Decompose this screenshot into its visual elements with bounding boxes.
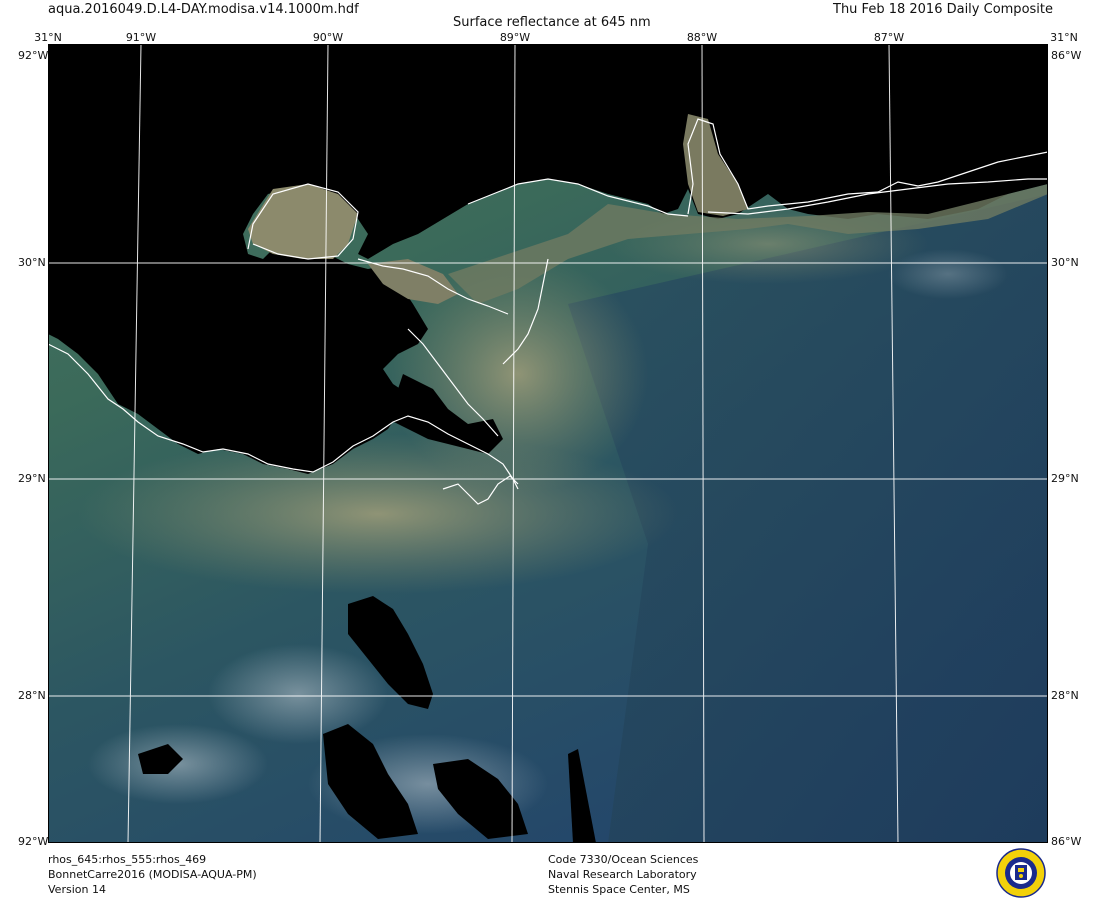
corner-bottom-right-lon: 86°W [1051, 835, 1082, 848]
lat-label-29n-right: 29°N [1051, 472, 1079, 485]
lat-label-28n-left: 28°N [18, 689, 46, 702]
version-label: Version 14 [48, 883, 106, 896]
org-code: Code 7330/Ocean Sciences [548, 853, 699, 866]
product-title: Surface reflectance at 645 nm [453, 15, 651, 30]
corner-top-right-lon: 86°W [1051, 49, 1082, 62]
corner-top-right-lat: 31°N [1050, 31, 1078, 44]
band-combination: rhos_645:rhos_555:rhos_469 [48, 853, 207, 866]
lon-label-88w: 88°W [686, 31, 718, 44]
lat-label-28n-right: 28°N [1051, 689, 1079, 702]
lat-label-30n-right: 30°N [1051, 256, 1079, 269]
lat-label-30n-left: 30°N [18, 256, 46, 269]
lat-label-29n-left: 29°N [18, 472, 46, 485]
org-location: Stennis Space Center, MS [548, 883, 690, 896]
lon-label-87w: 87°W [873, 31, 905, 44]
nrl-seal-icon [996, 848, 1046, 898]
composite-date: Thu Feb 18 2016 Daily Composite [833, 2, 1053, 17]
corner-top-left-lon: 92°W [18, 49, 49, 62]
lon-label-89w: 89°W [499, 31, 531, 44]
project-name: BonnetCarre2016 (MODISA-AQUA-PM) [48, 868, 257, 881]
lon-label-90w: 90°W [312, 31, 344, 44]
file-name: aqua.2016049.D.L4-DAY.modisa.v14.1000m.h… [48, 2, 359, 17]
org-name: Naval Research Laboratory [548, 868, 697, 881]
reflectance-map [48, 44, 1048, 843]
cloud-patch [888, 249, 1008, 299]
corner-top-left-lat: 31°N [34, 31, 62, 44]
cloud-patch [208, 644, 388, 744]
corner-bottom-left-lon: 92°W [18, 835, 49, 848]
lon-label-91w: 91°W [125, 31, 157, 44]
